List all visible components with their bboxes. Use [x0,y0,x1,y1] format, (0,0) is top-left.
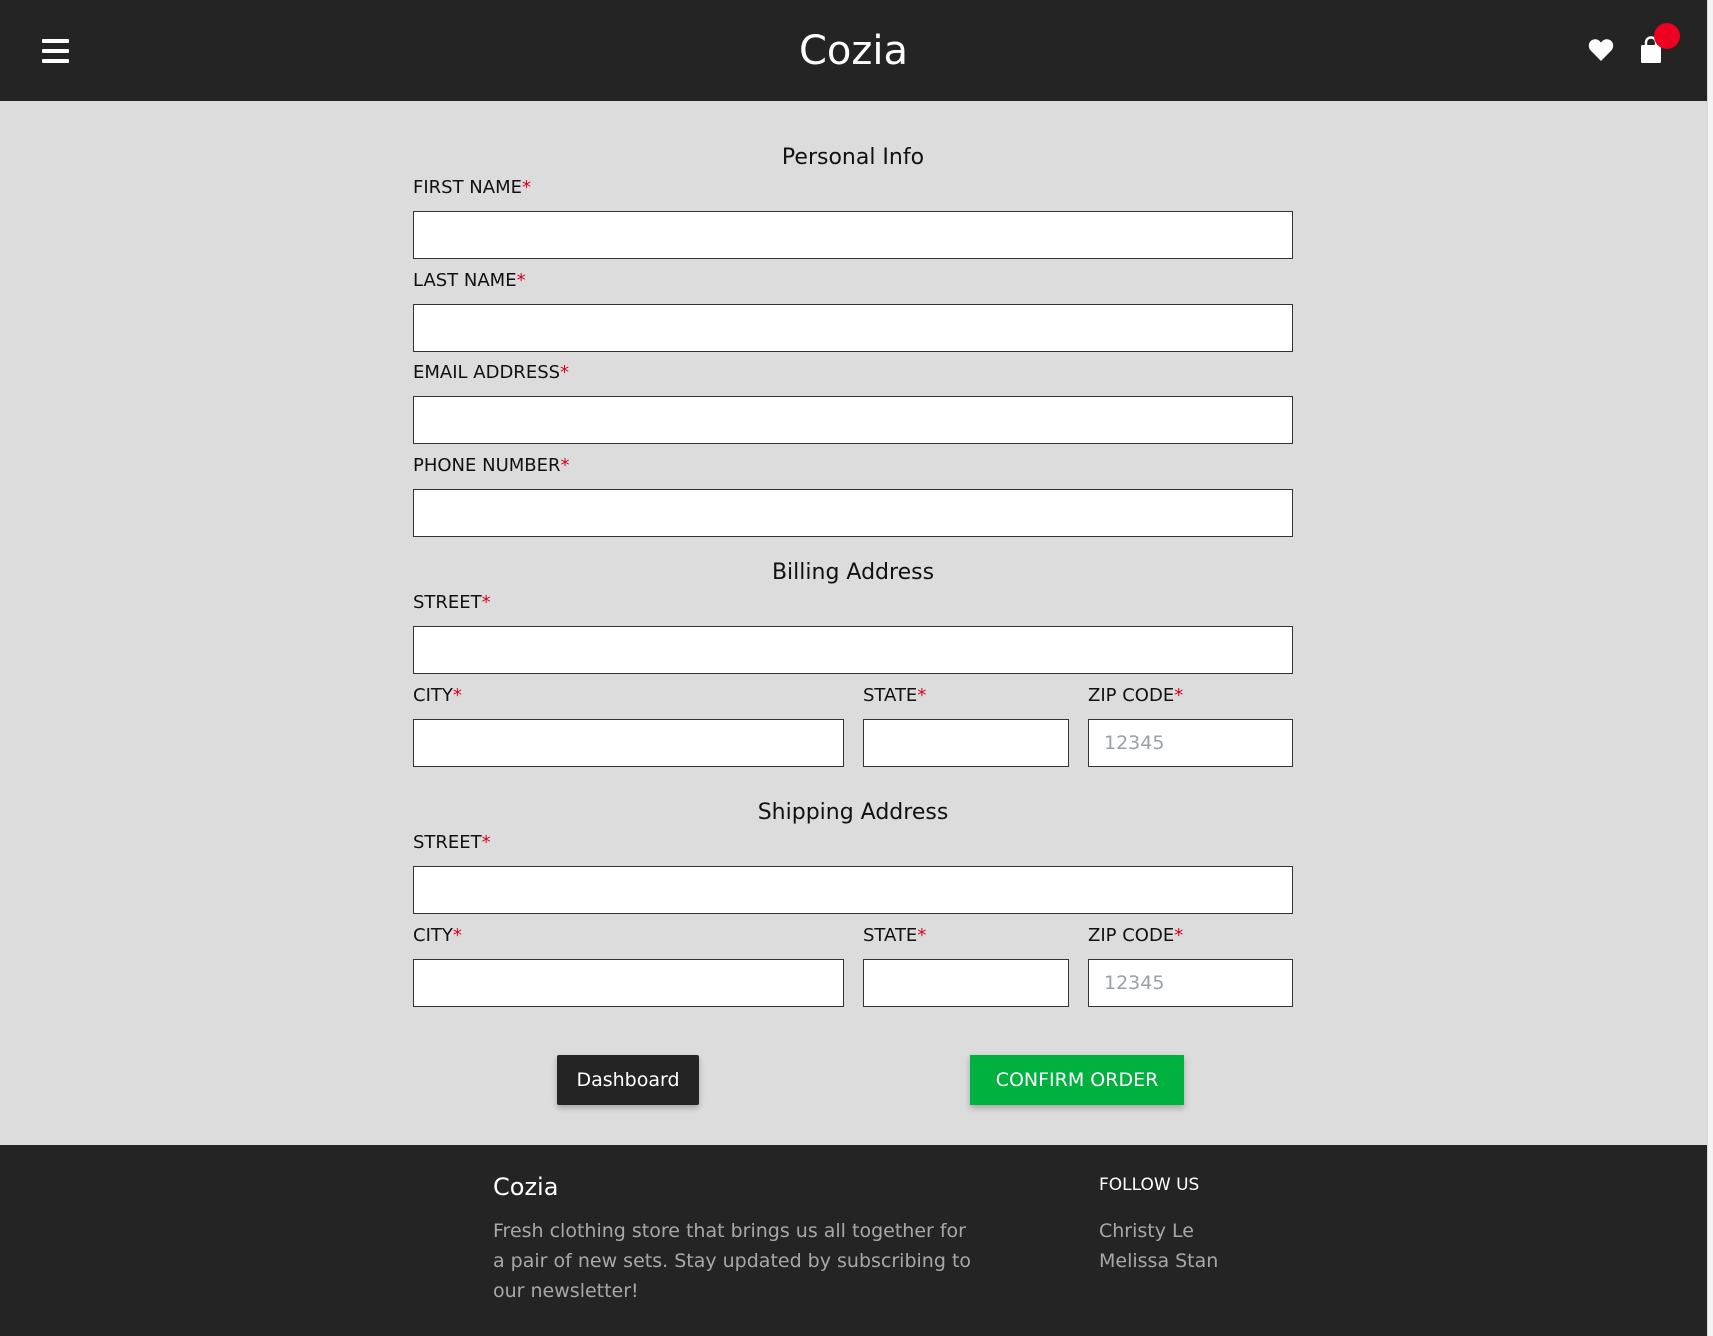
billing-street-label: STREET* [413,592,491,613]
shipping-state-label: STATE* [863,925,927,946]
billing-zip-label: ZIP CODE* [1088,685,1184,706]
last-name-input[interactable] [413,304,1293,352]
billing-state-input[interactable] [863,719,1069,767]
section-title-shipping-address: Shipping Address [757,800,949,825]
billing-city-label: CITY* [413,685,462,706]
shipping-state-input[interactable] [863,959,1069,1007]
footer-description: Fresh clothing store that brings us all … [493,1220,972,1302]
shipping-street-label: STREET* [413,832,491,853]
shipping-city-input[interactable] [413,959,844,1007]
billing-zip-input[interactable] [1088,719,1293,767]
last-name-label: LAST NAME* [413,270,526,291]
billing-state-label: STATE* [863,685,927,706]
follow-link-melissa-stan[interactable]: Melissa Stan [1099,1246,1218,1276]
brand-logo[interactable]: Cozia [0,26,1707,76]
shipping-street-input[interactable] [413,866,1293,914]
heart-icon[interactable] [1588,38,1614,62]
footer-brand: Cozia [493,1173,559,1201]
shipping-zip-label: ZIP CODE* [1088,925,1184,946]
first-name-input[interactable] [413,211,1293,259]
shipping-city-label: CITY* [413,925,462,946]
shipping-zip-input[interactable] [1088,959,1293,1007]
follow-us-list: Christy Le Melissa Stan [1099,1216,1218,1276]
section-title-billing-address: Billing Address [771,560,935,585]
footer: Cozia Fresh clothing store that brings u… [0,1145,1707,1336]
follow-us-heading: FOLLOW US [1099,1175,1200,1195]
phone-input[interactable] [413,489,1293,537]
top-navbar: Cozia [0,0,1707,101]
dashboard-button[interactable]: Dashboard [557,1055,699,1105]
email-input[interactable] [413,396,1293,444]
cart-badge [1654,23,1680,49]
section-title-personal-info: Personal Info [781,145,925,170]
follow-link-christy-le[interactable]: Christy Le [1099,1216,1218,1246]
page-scrollbar[interactable] [1707,0,1713,1336]
billing-street-input[interactable] [413,626,1293,674]
confirm-order-button[interactable]: CONFIRM ORDER [970,1055,1184,1105]
page: Cozia Personal Info FIRST NAME* LAST NAM… [0,0,1707,1336]
billing-city-input[interactable] [413,719,844,767]
email-label: EMAIL ADDRESS* [413,362,570,383]
first-name-label: FIRST NAME* [413,177,531,198]
phone-label: PHONE NUMBER* [413,455,570,476]
